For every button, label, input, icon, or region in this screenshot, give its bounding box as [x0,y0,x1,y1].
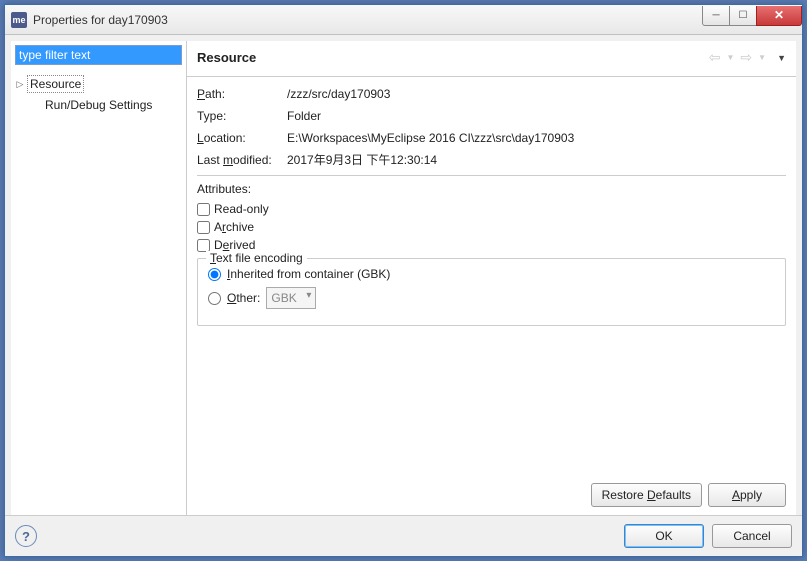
attributes-section: Attributes: Read-only Archive Derived [197,176,786,326]
back-dropdown-icon[interactable]: ▼ [726,53,736,62]
archive-checkbox[interactable] [197,221,210,234]
readonly-label: Read-only [214,202,269,216]
titlebar[interactable]: me Properties for day170903 ─ ☐ ✕ [5,5,802,35]
archive-label: Archive [214,220,254,234]
tree-item-label: Resource [27,75,84,93]
derived-label: Derived [214,238,255,252]
tree-item-resource[interactable]: ▷ Resource [13,73,184,95]
app-icon: me [11,12,27,28]
type-value: Folder [287,107,786,125]
maximize-button[interactable]: ☐ [729,6,757,26]
close-button[interactable]: ✕ [756,6,802,26]
readonly-checkbox-row[interactable]: Read-only [197,202,786,216]
dialog-footer: ? OK Cancel [5,515,802,556]
encoding-other-radio[interactable] [208,292,221,305]
chevron-right-icon[interactable]: ▷ [15,79,25,89]
help-icon[interactable]: ? [15,525,37,547]
sidebar: ▷ Resource Run/Debug Settings [11,41,187,515]
content-header: Resource ⇦ ▼ ⇨ ▼ ▼ [187,41,796,77]
path-value: /zzz/src/day170903 [287,85,786,103]
nav-arrows: ⇦ ▼ ⇨ ▼ ▼ [708,49,786,66]
tree-item-label: Run/Debug Settings [43,97,154,113]
category-tree: ▷ Resource Run/Debug Settings [11,69,186,119]
location-value: E:\Workspaces\MyEclipse 2016 CI\zzz\src\… [287,129,786,147]
tree-item-rundebug[interactable]: Run/Debug Settings [13,95,184,115]
filter-box [15,45,182,65]
encoding-legend: Text file encoding [206,251,307,265]
archive-checkbox-row[interactable]: Archive [197,220,786,234]
info-grid: Path: /zzz/src/day170903 Type: Folder Lo… [197,85,786,176]
encoding-other-label: Other: [227,291,260,305]
attributes-title: Attributes: [197,182,786,196]
page-title: Resource [197,50,708,65]
modified-value: 2017年9月3日 下午12:30:14 [287,151,786,169]
forward-icon[interactable]: ⇨ [739,49,753,66]
content-panel: Resource ⇦ ▼ ⇨ ▼ ▼ Path: /zzz/src/day170… [187,41,796,515]
view-menu-icon[interactable]: ▼ [777,53,786,63]
derived-checkbox-row[interactable]: Derived [197,238,786,252]
path-label: Path: [197,85,287,103]
derived-checkbox[interactable] [197,239,210,252]
cancel-button[interactable]: Cancel [712,524,792,548]
apply-button[interactable]: Apply [708,483,786,507]
encoding-other-row[interactable]: Other: GBK [208,287,775,309]
ok-button[interactable]: OK [624,524,704,548]
type-label: Type: [197,107,287,125]
minimize-button[interactable]: ─ [702,6,730,26]
content-button-row: Restore Defaults Apply [187,477,796,515]
modified-label: Last modified: [197,151,287,169]
encoding-inherited-label: Inherited from container (GBK) [227,267,390,281]
back-icon[interactable]: ⇦ [708,49,722,66]
location-label: Location: [197,129,287,147]
window-title: Properties for day170903 [33,13,703,27]
filter-input[interactable] [15,45,182,65]
encoding-fieldset: Text file encoding Inherited from contai… [197,258,786,326]
encoding-inherited-row[interactable]: Inherited from container (GBK) [208,267,775,281]
forward-dropdown-icon[interactable]: ▼ [757,53,767,62]
properties-dialog: me Properties for day170903 ─ ☐ ✕ ▷ Reso… [4,4,803,557]
restore-defaults-button[interactable]: Restore Defaults [591,483,702,507]
readonly-checkbox[interactable] [197,203,210,216]
encoding-inherited-radio[interactable] [208,268,221,281]
encoding-select[interactable]: GBK [266,287,316,309]
